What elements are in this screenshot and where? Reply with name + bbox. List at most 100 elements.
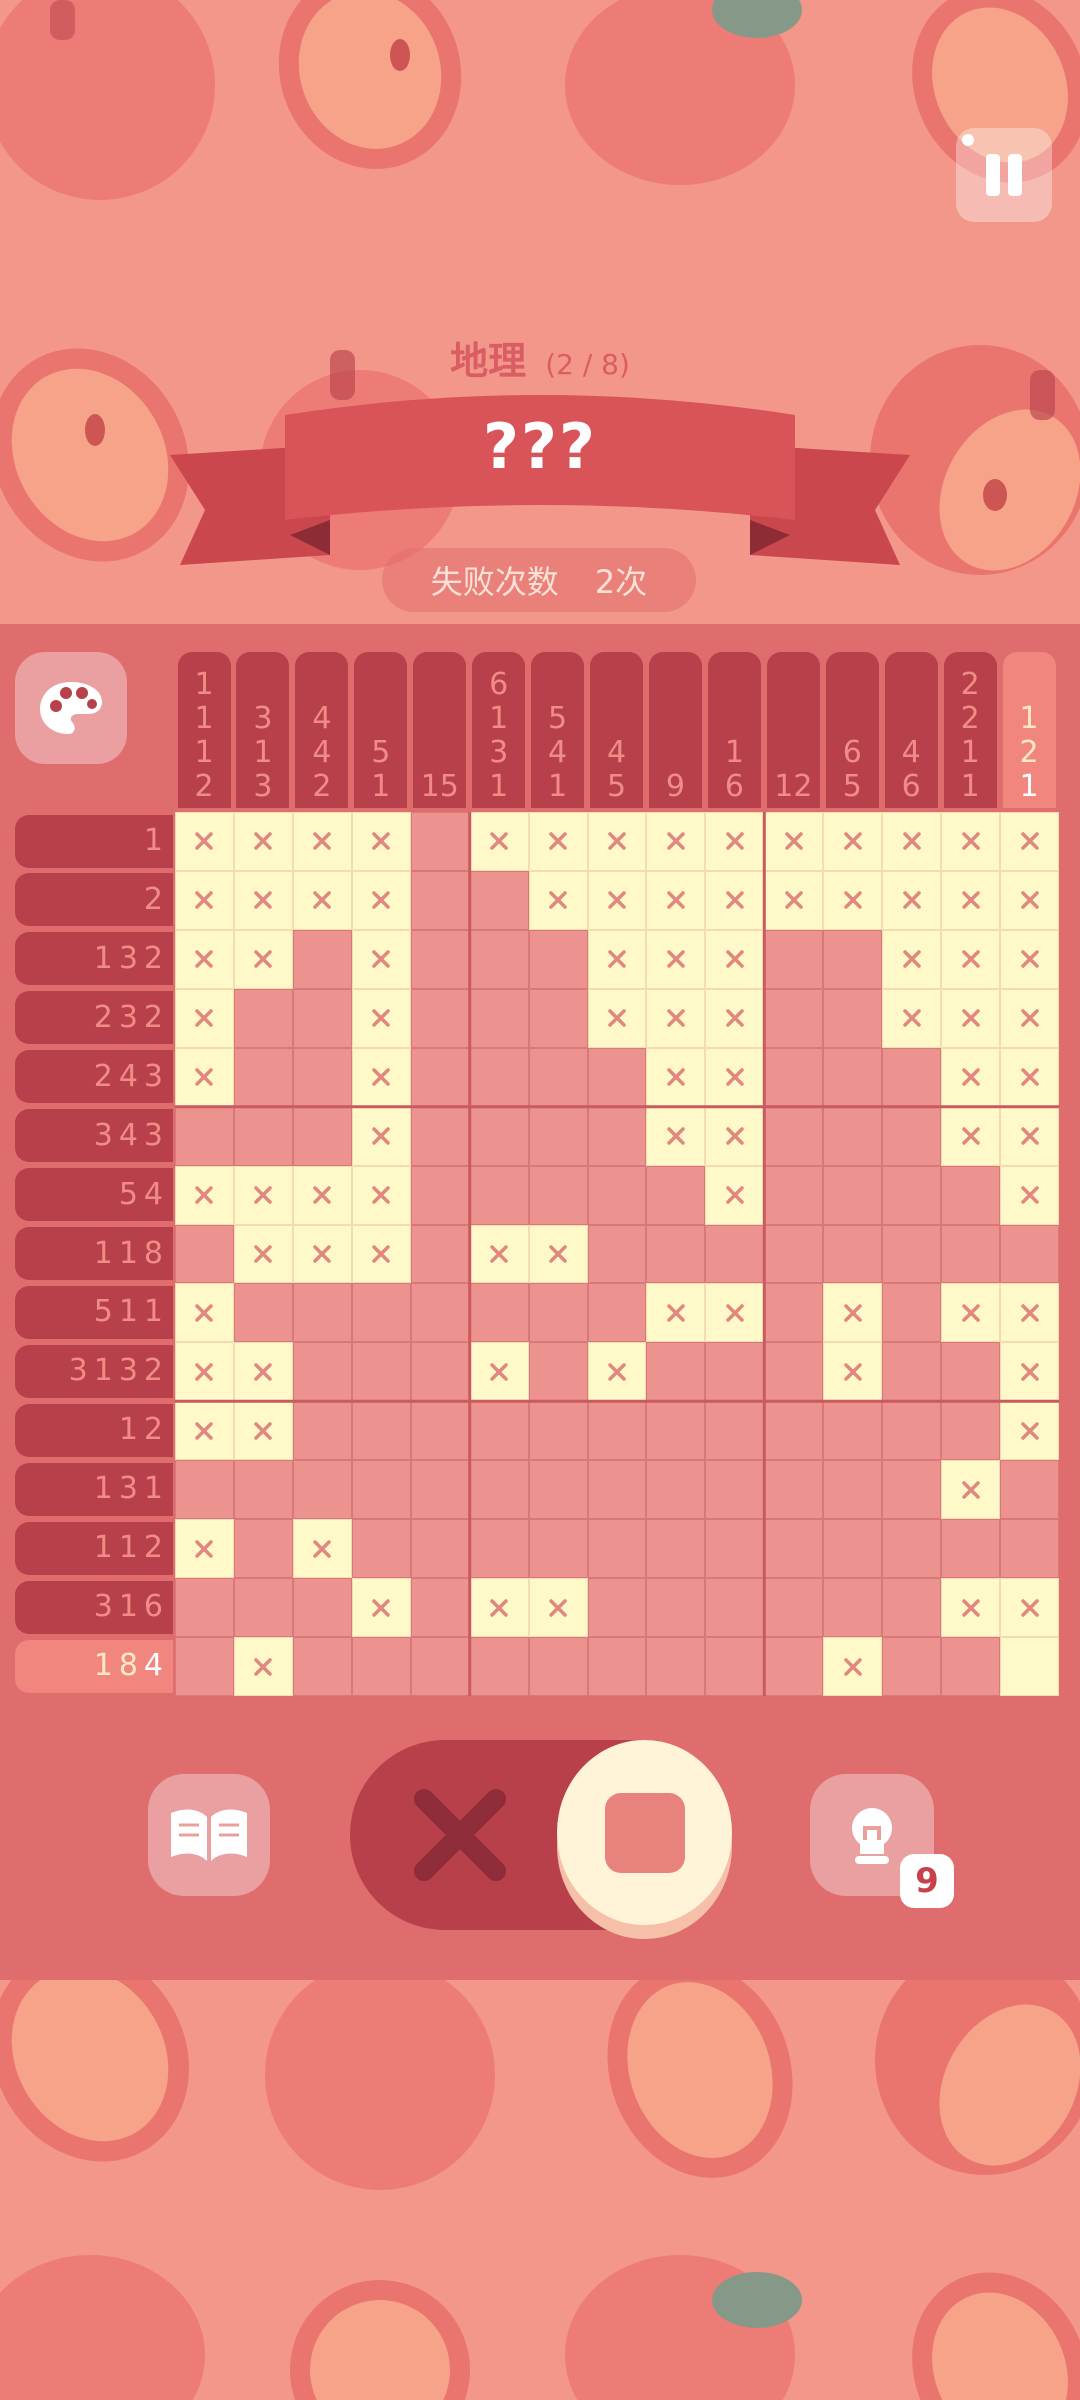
empty-cell[interactable] xyxy=(705,1637,765,1696)
crossed-cell[interactable] xyxy=(882,929,942,989)
crossed-cell[interactable] xyxy=(469,1342,529,1402)
crossed-cell[interactable] xyxy=(705,1047,765,1107)
crossed-cell[interactable] xyxy=(528,870,588,930)
crossed-cell[interactable] xyxy=(351,1106,411,1166)
empty-cell[interactable] xyxy=(823,1578,883,1638)
empty-cell[interactable] xyxy=(705,1460,765,1520)
crossed-cell[interactable] xyxy=(823,1342,883,1402)
empty-cell[interactable] xyxy=(528,1165,588,1225)
empty-cell[interactable] xyxy=(410,870,470,930)
crossed-cell[interactable] xyxy=(1000,988,1059,1048)
empty-cell[interactable] xyxy=(351,1342,411,1402)
selected-cell[interactable] xyxy=(1000,1637,1059,1696)
empty-cell[interactable] xyxy=(764,1342,824,1402)
empty-cell[interactable] xyxy=(175,1460,234,1520)
crossed-cell[interactable] xyxy=(351,1578,411,1638)
crossed-cell[interactable] xyxy=(233,870,293,930)
empty-cell[interactable] xyxy=(646,1460,706,1520)
empty-cell[interactable] xyxy=(941,1224,1001,1284)
empty-cell[interactable] xyxy=(292,1342,352,1402)
empty-cell[interactable] xyxy=(705,1519,765,1579)
empty-cell[interactable] xyxy=(587,1637,647,1696)
empty-cell[interactable] xyxy=(941,1519,1001,1579)
crossed-cell[interactable] xyxy=(1000,812,1059,871)
crossed-cell[interactable] xyxy=(941,988,1001,1048)
empty-cell[interactable] xyxy=(823,1047,883,1107)
empty-cell[interactable] xyxy=(764,1637,824,1696)
crossed-cell[interactable] xyxy=(1000,1106,1059,1166)
empty-cell[interactable] xyxy=(587,1283,647,1343)
crossed-cell[interactable] xyxy=(705,1283,765,1343)
crossed-cell[interactable] xyxy=(292,812,352,871)
crossed-cell[interactable] xyxy=(705,870,765,930)
empty-cell[interactable] xyxy=(410,1047,470,1107)
empty-cell[interactable] xyxy=(1000,1460,1059,1520)
empty-cell[interactable] xyxy=(469,1460,529,1520)
pause-button[interactable] xyxy=(956,128,1052,222)
empty-cell[interactable] xyxy=(764,1401,824,1461)
empty-cell[interactable] xyxy=(764,1224,824,1284)
crossed-cell[interactable] xyxy=(469,1578,529,1638)
crossed-cell[interactable] xyxy=(175,1342,234,1402)
crossed-cell[interactable] xyxy=(646,1106,706,1166)
empty-cell[interactable] xyxy=(764,929,824,989)
empty-cell[interactable] xyxy=(587,1224,647,1284)
cross-mode-icon[interactable] xyxy=(410,1785,510,1885)
crossed-cell[interactable] xyxy=(587,812,647,871)
crossed-cell[interactable] xyxy=(1000,1578,1059,1638)
crossed-cell[interactable] xyxy=(646,1283,706,1343)
empty-cell[interactable] xyxy=(823,1519,883,1579)
empty-cell[interactable] xyxy=(410,1342,470,1402)
empty-cell[interactable] xyxy=(941,1401,1001,1461)
empty-cell[interactable] xyxy=(233,1578,293,1638)
empty-cell[interactable] xyxy=(882,1224,942,1284)
empty-cell[interactable] xyxy=(941,1637,1001,1696)
crossed-cell[interactable] xyxy=(292,1165,352,1225)
empty-cell[interactable] xyxy=(823,988,883,1048)
empty-cell[interactable] xyxy=(528,1460,588,1520)
empty-cell[interactable] xyxy=(233,1283,293,1343)
crossed-cell[interactable] xyxy=(233,1401,293,1461)
tutorial-book-button[interactable] xyxy=(148,1774,270,1896)
crossed-cell[interactable] xyxy=(646,870,706,930)
crossed-cell[interactable] xyxy=(175,870,234,930)
crossed-cell[interactable] xyxy=(469,812,529,871)
crossed-cell[interactable] xyxy=(882,870,942,930)
empty-cell[interactable] xyxy=(587,1401,647,1461)
crossed-cell[interactable] xyxy=(233,1342,293,1402)
crossed-cell[interactable] xyxy=(1000,1283,1059,1343)
empty-cell[interactable] xyxy=(351,1283,411,1343)
crossed-cell[interactable] xyxy=(941,1578,1001,1638)
crossed-cell[interactable] xyxy=(1000,1342,1059,1402)
empty-cell[interactable] xyxy=(175,1106,234,1166)
crossed-cell[interactable] xyxy=(941,870,1001,930)
empty-cell[interactable] xyxy=(528,929,588,989)
empty-cell[interactable] xyxy=(764,1519,824,1579)
empty-cell[interactable] xyxy=(469,929,529,989)
crossed-cell[interactable] xyxy=(587,1342,647,1402)
empty-cell[interactable] xyxy=(410,1165,470,1225)
empty-cell[interactable] xyxy=(646,1224,706,1284)
empty-cell[interactable] xyxy=(764,1283,824,1343)
crossed-cell[interactable] xyxy=(292,1519,352,1579)
empty-cell[interactable] xyxy=(587,1578,647,1638)
crossed-cell[interactable] xyxy=(351,929,411,989)
crossed-cell[interactable] xyxy=(941,929,1001,989)
empty-cell[interactable] xyxy=(882,1342,942,1402)
empty-cell[interactable] xyxy=(410,1460,470,1520)
empty-cell[interactable] xyxy=(292,1047,352,1107)
empty-cell[interactable] xyxy=(469,1283,529,1343)
empty-cell[interactable] xyxy=(233,1519,293,1579)
crossed-cell[interactable] xyxy=(705,1106,765,1166)
empty-cell[interactable] xyxy=(882,1165,942,1225)
empty-cell[interactable] xyxy=(823,1401,883,1461)
empty-cell[interactable] xyxy=(410,1519,470,1579)
crossed-cell[interactable] xyxy=(528,1224,588,1284)
crossed-cell[interactable] xyxy=(764,870,824,930)
empty-cell[interactable] xyxy=(469,1106,529,1166)
empty-cell[interactable] xyxy=(469,1165,529,1225)
empty-cell[interactable] xyxy=(1000,1224,1059,1284)
empty-cell[interactable] xyxy=(469,870,529,930)
empty-cell[interactable] xyxy=(410,929,470,989)
crossed-cell[interactable] xyxy=(175,1519,234,1579)
